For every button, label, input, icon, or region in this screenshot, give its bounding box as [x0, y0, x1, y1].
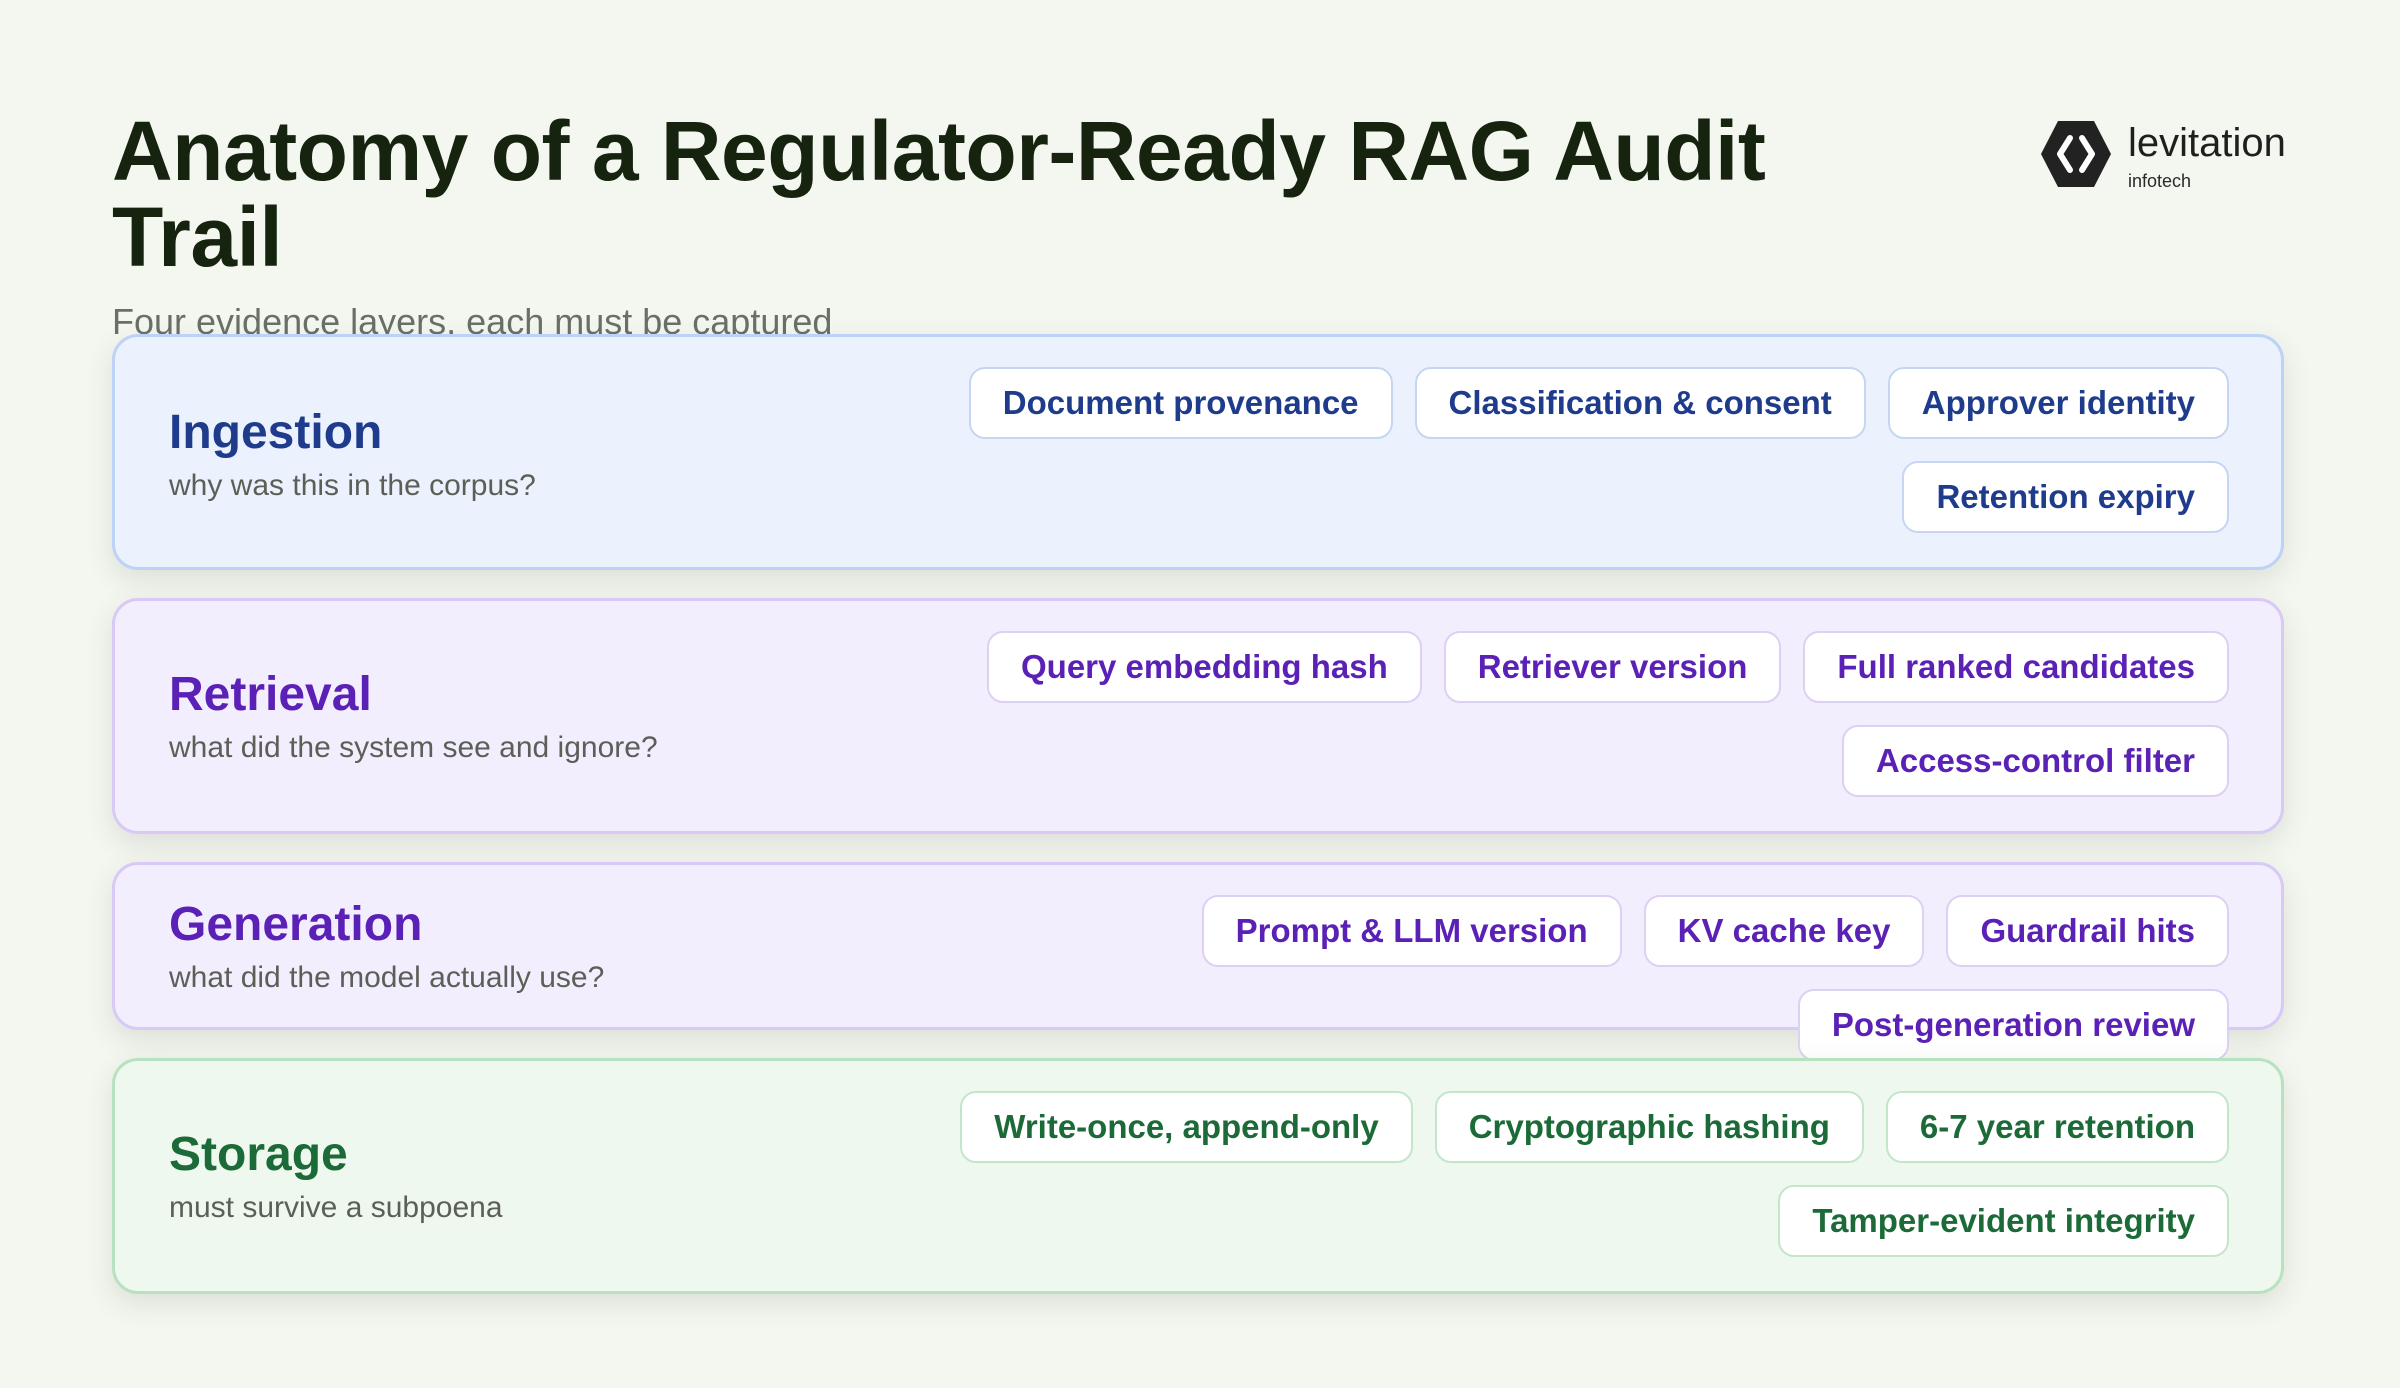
layer-question: what did the model actually use?: [169, 961, 605, 994]
layer-name: Storage: [169, 1128, 348, 1181]
layer-heading: Storage must survive a subpoena: [169, 1127, 503, 1227]
layer-heading: Retrieval what did the system see and ig…: [169, 667, 658, 767]
layer-question: why was this in the corpus?: [169, 469, 536, 502]
evidence-chip: Retention expiry: [1902, 461, 2229, 533]
evidence-chip: Tamper-evident integrity: [1778, 1185, 2229, 1257]
layer-heading: Generation what did the model actually u…: [169, 897, 604, 997]
evidence-chip: KV cache key: [1643, 895, 1925, 967]
layer-generation: Generation what did the model actually u…: [112, 862, 2284, 1061]
evidence-chip: 6-7 year retention: [1885, 1091, 2229, 1163]
evidence-chip: Document provenance: [968, 367, 1393, 439]
evidence-chip: Retriever version: [1443, 631, 1782, 703]
layer-question: must survive a subpoena: [169, 1191, 503, 1224]
layer-name: Generation: [169, 898, 423, 951]
hexagon-logo-icon: [2041, 121, 2111, 187]
evidence-chip: Approver identity: [1887, 367, 2229, 439]
evidence-chip: Query embedding hash: [987, 631, 1422, 703]
page-subtitle: Four evidence layers, each must be captu…: [112, 301, 833, 338]
page-title: Anatomy of a Regulator-Ready RAG Audit T…: [112, 104, 1766, 284]
evidence-chip: Classification & consent: [1414, 367, 1866, 439]
evidence-chip-group: Write-once, append-only Cryptographic ha…: [909, 1091, 2229, 1257]
company-logo: levitation infotech: [2040, 118, 2300, 198]
evidence-chip: Cryptographic hashing: [1434, 1091, 1864, 1163]
logo-subtext: infotech: [2128, 171, 2192, 191]
evidence-chip: Guardrail hits: [1946, 895, 2229, 967]
evidence-chip: Access-control filter: [1841, 725, 2229, 797]
layer-retrieval: Retrieval what did the system see and ig…: [112, 598, 2284, 834]
layer-name: Ingestion: [169, 406, 383, 459]
evidence-chip-group: Query embedding hash Retriever version F…: [909, 631, 2229, 797]
layer-name: Retrieval: [169, 668, 372, 721]
evidence-chip: Write-once, append-only: [960, 1091, 1413, 1163]
evidence-chip-group: Document provenance Classification & con…: [909, 367, 2229, 533]
logo-name: levitation: [2128, 121, 2286, 165]
layer-question: what did the system see and ignore?: [169, 731, 658, 764]
layer-heading: Ingestion why was this in the corpus?: [169, 405, 536, 505]
infographic: Anatomy of a Regulator-Ready RAG Audit T…: [0, 0, 2400, 1388]
evidence-chip-group: Prompt & LLM version KV cache key Guardr…: [909, 895, 2229, 1061]
evidence-chip: Prompt & LLM version: [1201, 895, 1622, 967]
evidence-chip: Full ranked candidates: [1803, 631, 2229, 703]
layer-storage: Storage must survive a subpoena Write-on…: [112, 1058, 2284, 1294]
evidence-chip: Post-generation review: [1797, 989, 2229, 1061]
layer-ingestion: Ingestion why was this in the corpus? Do…: [112, 334, 2284, 570]
